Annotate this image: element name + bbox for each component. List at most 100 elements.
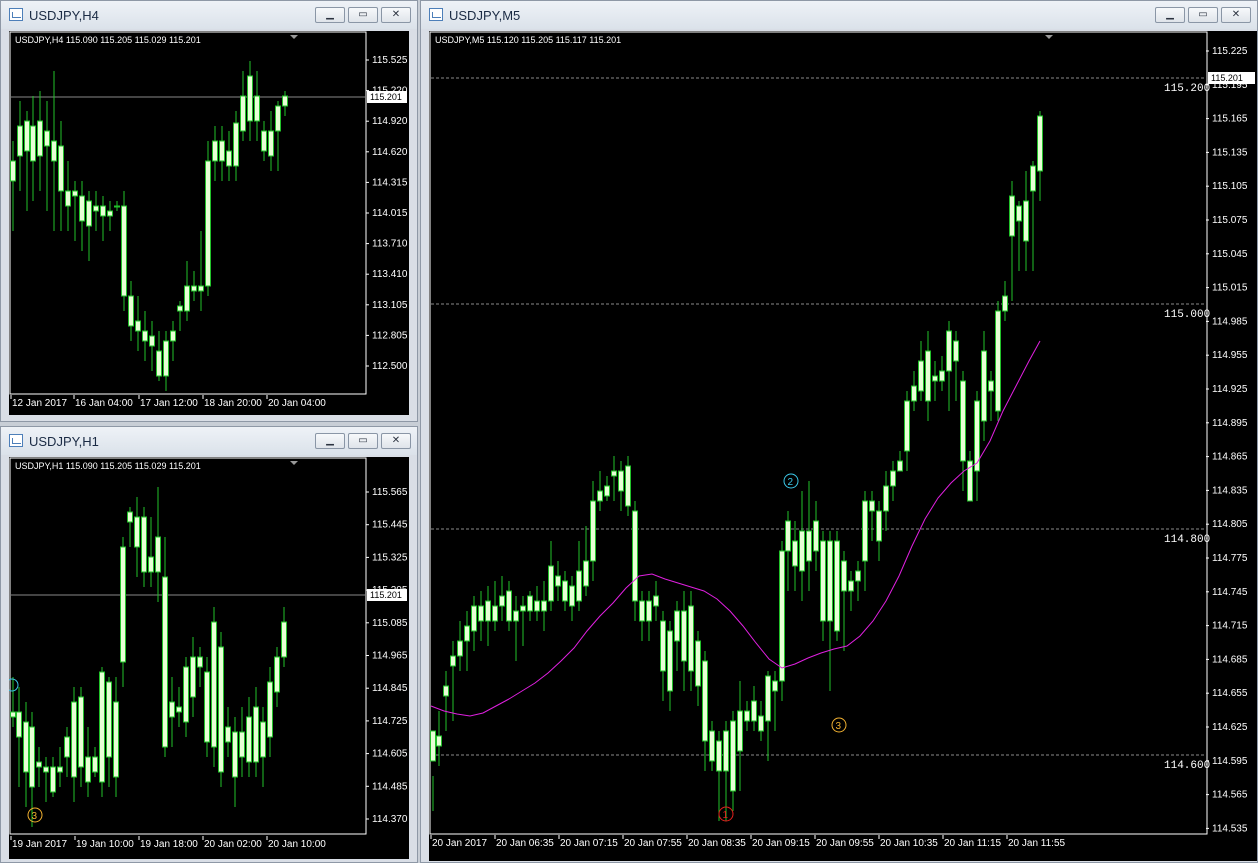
candle-body [268,130,274,157]
candle-body [485,600,491,622]
time-axis-label: 20 Jan 06:35 [496,838,554,849]
close-button[interactable]: ✕ [381,433,411,449]
candle-body [1002,295,1008,312]
chart-window-m5[interactable]: USDJPY,M5 ▁ ▭ ✕ USDJPY,M5 115.120 115.20… [420,0,1258,863]
close-button[interactable]: ✕ [1221,7,1251,23]
candle-body [841,560,847,592]
price-axis-label: 114.685 [1212,654,1248,665]
candle-body [785,520,791,552]
candle-body [436,735,442,747]
candle-body [205,160,211,287]
price-axis-label: 114.625 [1212,722,1248,733]
candle-body [499,595,505,607]
title-bar-h4[interactable]: USDJPY,H4 ▁ ▭ ✕ [1,1,417,29]
chart-canvas-h4[interactable]: USDJPY,H4 115.090 115.205 115.029 115.20… [9,31,409,415]
price-axis-label: 114.315 [372,177,408,188]
candle-body [92,756,98,773]
candle-body [723,730,729,772]
chart-canvas-h1[interactable]: USDJPY,H1 115.090 115.205 115.029 115.20… [9,457,409,859]
chart-window-h1[interactable]: USDJPY,H1 ▁ ▭ ✕ USDJPY,H1 115.090 115.20… [0,426,418,863]
candle-body [953,340,959,362]
candle-body [141,516,147,573]
candle-body [156,350,162,377]
current-price-label: 115.201 [370,590,402,600]
candle-body [478,605,484,622]
candle-body [281,621,287,658]
time-axis-label: 20 Jan 08:35 [688,838,746,849]
candle-body [246,716,252,763]
minimize-button[interactable]: ▁ [1155,7,1185,23]
candle-body [799,530,805,572]
candle-body [1016,205,1022,222]
price-axis-label: 112.805 [372,330,408,341]
price-axis-label: 114.955 [1212,350,1248,361]
candle-body [198,285,204,292]
time-axis-label: 17 Jan 12:00 [140,398,198,409]
price-level-label: 114.800 [1164,534,1210,546]
candle-body [128,295,134,327]
price-axis-label: 114.895 [1212,418,1248,429]
price-axis-label: 113.410 [372,269,408,280]
candle-body [876,510,882,542]
candle-body [890,470,896,487]
chart-info-h4: USDJPY,H4 115.090 115.205 115.029 115.20… [15,35,201,45]
price-axis-label: 114.865 [1212,452,1248,463]
candle-body [254,95,260,122]
title-bar-m5[interactable]: USDJPY,M5 ▁ ▭ ✕ [421,1,1257,29]
price-axis-label: 114.595 [1212,756,1248,767]
chart-window-h4[interactable]: USDJPY,H4 ▁ ▭ ✕ USDJPY,H4 115.090 115.20… [0,0,418,422]
maximize-button[interactable]: ▭ [1188,7,1218,23]
candle-body [114,205,120,208]
time-axis-label: 16 Jan 04:00 [75,398,133,409]
price-axis-label: 114.485 [372,781,408,792]
candle-body [744,710,750,722]
candle-body [520,605,526,612]
price-axis-label: 114.015 [372,208,408,219]
window-title: USDJPY,H1 [29,434,99,449]
chart-canvas-m5[interactable]: USDJPY,M5 115.120 115.205 115.117 115.20… [429,31,1257,861]
price-axis-label: 114.925 [1212,384,1248,395]
candle-body [897,460,903,472]
time-axis-label: 20 Jan 07:15 [560,838,618,849]
candle-body [806,530,812,562]
time-axis-label: 20 Jan 09:15 [752,838,810,849]
candle-body [218,646,224,773]
candle-body [604,485,610,497]
minimize-button[interactable]: ▁ [315,7,345,23]
candle-body [23,721,29,773]
candle-body [576,570,582,602]
price-axis-label: 114.845 [372,683,408,694]
candle-body [590,500,596,562]
time-axis-label: 20 Jan 11:55 [1008,838,1066,849]
candle-body [29,726,35,788]
candle-body [86,200,92,227]
scroll-marker-icon [290,461,298,465]
candle-body [261,130,267,152]
candles-m5 [430,111,1043,821]
title-bar-h1[interactable]: USDJPY,H1 ▁ ▭ ✕ [1,427,417,455]
candle-body [134,516,140,548]
candle-body [632,510,638,602]
candle-body [93,205,99,212]
close-button[interactable]: ✕ [381,7,411,23]
candle-body [925,350,931,402]
candle-body [883,485,889,512]
candle-body [169,701,175,718]
time-axis-label: 19 Jan 18:00 [140,839,198,850]
candle-body [464,625,470,642]
candle-body [1023,200,1029,242]
candle-body [79,195,85,222]
price-axis-label: 114.620 [372,147,408,158]
candle-body [695,640,701,687]
maximize-button[interactable]: ▭ [348,7,378,23]
minimize-button[interactable]: ▁ [315,433,345,449]
candle-body [443,685,449,697]
candle-body [911,385,917,402]
candle-body [239,731,245,758]
candle-body [226,150,232,167]
candle-body [1009,195,1015,237]
candle-body [267,681,273,738]
price-axis-label: 115.075 [1212,215,1248,226]
maximize-button[interactable]: ▭ [348,433,378,449]
candle-body [274,656,280,693]
